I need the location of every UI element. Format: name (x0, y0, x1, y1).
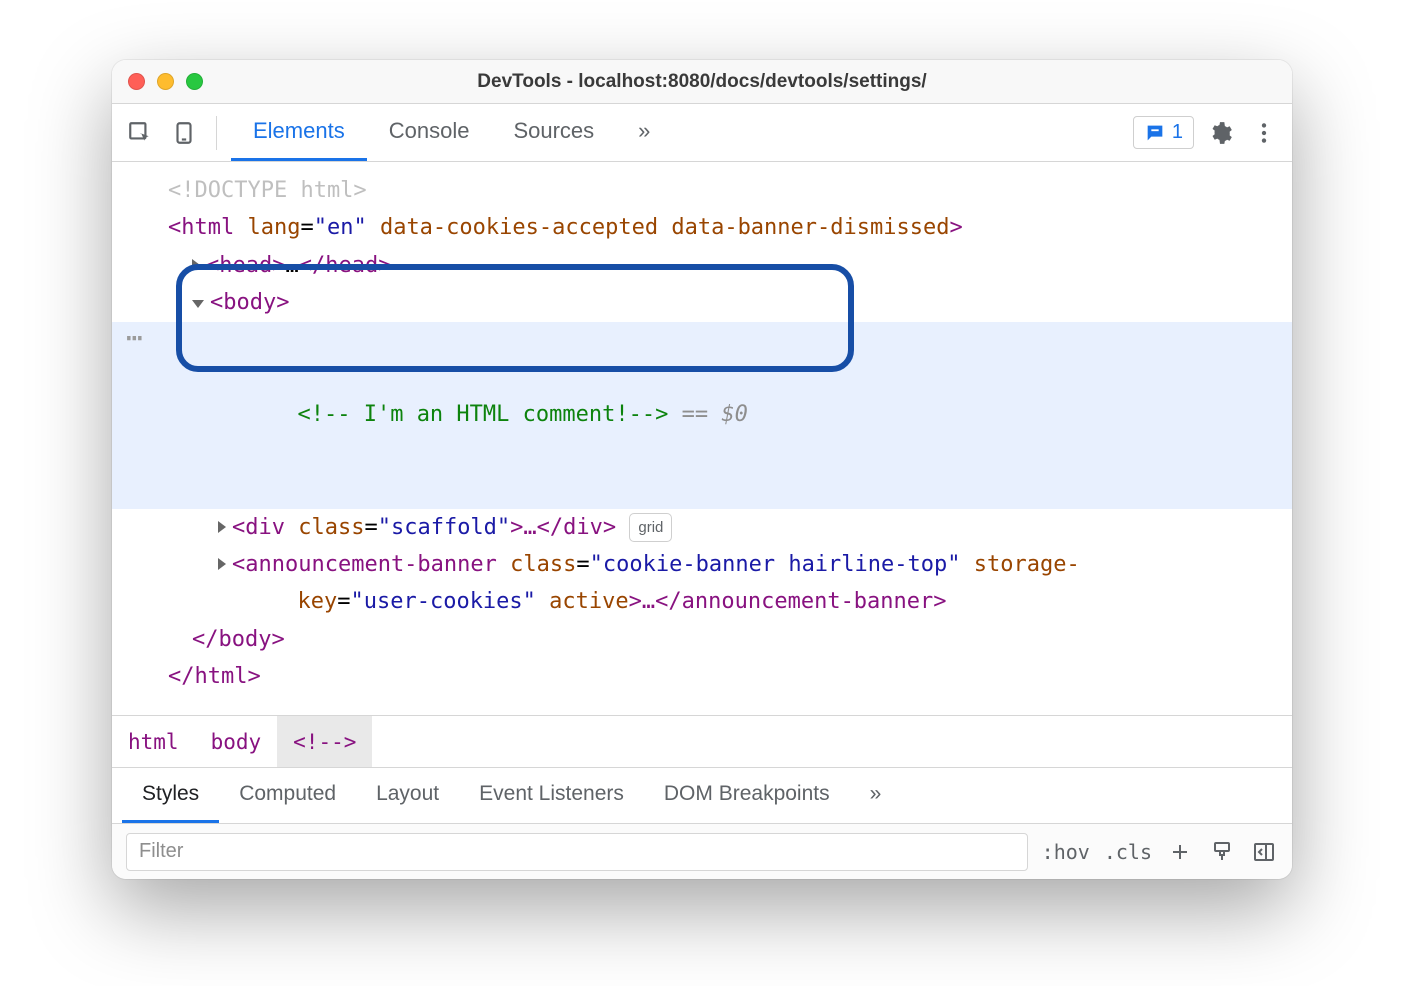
html-element[interactable]: <html lang="en" data-cookies-accepted da… (112, 209, 1292, 246)
breadcrumbs: html body <!--> (112, 715, 1292, 767)
tab-event-listeners[interactable]: Event Listeners (459, 768, 644, 823)
styles-filter-input[interactable] (126, 833, 1028, 871)
tab-styles[interactable]: Styles (122, 768, 219, 823)
expand-triangle-icon[interactable] (218, 521, 226, 533)
styles-tabs-overflow[interactable]: » (850, 768, 902, 823)
gutter-more-icon[interactable]: ⋯ (126, 324, 143, 352)
tab-layout[interactable]: Layout (356, 768, 459, 823)
main-toolbar: Elements Console Sources » 1 (112, 104, 1292, 162)
comment-node-selected[interactable]: ⋯ <!-- I'm an HTML comment!--> == $0 (112, 322, 1292, 509)
settings-icon[interactable] (1202, 115, 1238, 151)
announcement-banner-element[interactable]: <announcement-banner class="cookie-banne… (112, 546, 1292, 621)
panel-tabs: Elements Console Sources » (231, 104, 672, 161)
window-title: DevTools - localhost:8080/docs/devtools/… (112, 71, 1292, 93)
cls-toggle[interactable]: .cls (1104, 840, 1152, 864)
breadcrumb-body[interactable]: body (195, 716, 278, 767)
titlebar: DevTools - localhost:8080/docs/devtools/… (112, 60, 1292, 104)
close-button[interactable] (128, 73, 145, 90)
expand-triangle-icon[interactable] (192, 259, 200, 271)
computed-pane-toggle-icon[interactable] (1250, 838, 1278, 866)
body-close[interactable]: </body> (112, 621, 1292, 658)
tab-console[interactable]: Console (367, 104, 492, 161)
paint-brush-icon[interactable] (1208, 838, 1236, 866)
tab-dom-breakpoints[interactable]: DOM Breakpoints (644, 768, 850, 823)
expand-triangle-icon[interactable] (218, 558, 226, 570)
doctype[interactable]: <!DOCTYPE html> (168, 178, 367, 203)
issues-count: 1 (1172, 121, 1183, 144)
issues-button[interactable]: 1 (1133, 116, 1194, 149)
div-element[interactable]: <div class="scaffold">…</div> grid (112, 509, 1292, 546)
window-controls (128, 73, 203, 90)
tabs-overflow[interactable]: » (616, 104, 672, 161)
styles-filter-bar: :hov .cls (112, 823, 1292, 879)
devtools-window: DevTools - localhost:8080/docs/devtools/… (112, 60, 1292, 879)
grid-badge[interactable]: grid (629, 513, 672, 543)
more-menu-icon[interactable] (1246, 115, 1282, 151)
dom-tree[interactable]: <!DOCTYPE html> <html lang="en" data-coo… (112, 162, 1292, 715)
breadcrumb-comment[interactable]: <!--> (277, 716, 372, 767)
toolbar-divider (216, 116, 217, 150)
styles-tabs: Styles Computed Layout Event Listeners D… (112, 767, 1292, 823)
device-toggle-icon[interactable] (166, 115, 202, 151)
inspect-icon[interactable] (122, 115, 158, 151)
zoom-button[interactable] (186, 73, 203, 90)
collapse-triangle-icon[interactable] (192, 300, 204, 308)
body-element[interactable]: <body> (112, 284, 1292, 321)
head-element[interactable]: <head>…</head> (112, 247, 1292, 284)
hov-toggle[interactable]: :hov (1042, 840, 1090, 864)
minimize-button[interactable] (157, 73, 174, 90)
breadcrumb-html[interactable]: html (112, 716, 195, 767)
html-close[interactable]: </html> (112, 658, 1292, 695)
new-style-rule-icon[interactable] (1166, 838, 1194, 866)
tab-elements[interactable]: Elements (231, 104, 367, 161)
tab-sources[interactable]: Sources (491, 104, 616, 161)
tab-computed[interactable]: Computed (219, 768, 356, 823)
